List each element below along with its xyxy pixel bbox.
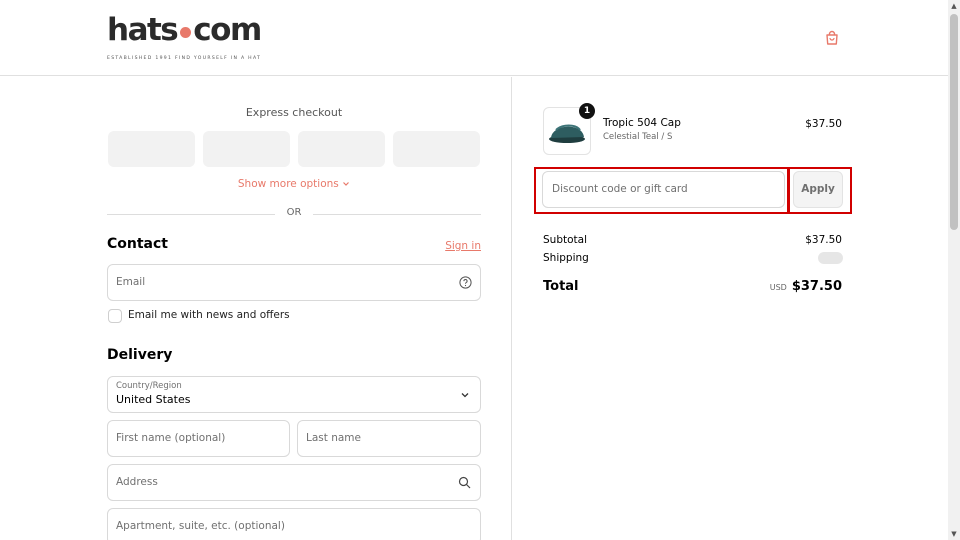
address-field[interactable]: Address	[107, 464, 481, 501]
scroll-up-arrow-icon[interactable]: ▲	[948, 0, 960, 12]
shopping-bag-icon[interactable]	[824, 30, 840, 46]
or-divider-text: OR	[286, 207, 302, 218]
first-name-field[interactable]: First name (optional)	[107, 420, 290, 457]
subtotal-value: $37.50	[805, 234, 842, 246]
help-circle-icon[interactable]	[459, 276, 472, 289]
logo-wordmark: hats com	[107, 12, 262, 48]
express-pay-button-3[interactable]	[298, 131, 385, 167]
chevron-down-icon	[461, 393, 469, 398]
newsletter-checkbox[interactable]	[108, 309, 122, 323]
logo-tagline: ESTABLISHED 1991 FIND YOURSELF IN A HAT	[107, 56, 262, 61]
or-divider-left	[107, 214, 275, 215]
discount-placeholder: Discount code or gift card	[552, 183, 688, 195]
country-value: United States	[116, 393, 191, 406]
quantity-badge: 1	[579, 103, 595, 119]
product-variant: Celestial Teal / S	[603, 132, 673, 142]
product-price: $37.50	[805, 118, 842, 130]
express-pay-button-2[interactable]	[203, 131, 290, 167]
total-label: Total	[543, 279, 579, 294]
total-currency: USD	[769, 283, 787, 292]
site-header: hats com ESTABLISHED 1991 FIND YOURSELF I…	[0, 0, 948, 76]
search-icon	[458, 476, 471, 489]
email-placeholder: Email	[116, 276, 146, 288]
shipping-label: Shipping	[543, 252, 589, 264]
page-scrollbar[interactable]: ▲ ▼	[948, 0, 960, 540]
product-name: Tropic 504 Cap	[603, 117, 681, 129]
or-divider-right	[313, 214, 481, 215]
contact-title: Contact	[107, 236, 168, 252]
show-more-options-link[interactable]: Show more options	[107, 178, 481, 190]
first-name-placeholder: First name (optional)	[116, 432, 226, 444]
newsletter-label: Email me with news and offers	[128, 309, 290, 321]
apartment-field[interactable]: Apartment, suite, etc. (optional)	[107, 508, 481, 540]
show-more-label: Show more options	[237, 178, 339, 190]
site-logo[interactable]: hats com ESTABLISHED 1991 FIND YOURSELF I…	[107, 12, 262, 61]
logo-text-left: hats	[107, 12, 179, 48]
delivery-title: Delivery	[107, 347, 173, 363]
logo-text-right: com	[193, 12, 262, 48]
total-value: $37.50	[791, 279, 842, 294]
last-name-placeholder: Last name	[306, 432, 361, 444]
apartment-placeholder: Apartment, suite, etc. (optional)	[116, 520, 285, 532]
discount-code-field[interactable]: Discount code or gift card	[542, 171, 785, 208]
express-pay-button-1[interactable]	[108, 131, 195, 167]
email-field[interactable]: Email	[107, 264, 481, 301]
subtotal-label: Subtotal	[543, 234, 587, 246]
apply-discount-button[interactable]: Apply	[793, 171, 843, 208]
checkout-form-column: Express checkout Show more options OR Co…	[0, 77, 511, 540]
address-placeholder: Address	[116, 476, 158, 488]
country-label: Country/Region	[116, 381, 182, 391]
scrollbar-thumb[interactable]	[950, 14, 958, 230]
scroll-down-arrow-icon[interactable]: ▼	[948, 528, 960, 540]
total-amount: USD $37.50	[770, 279, 842, 294]
express-checkout-title: Express checkout	[245, 106, 343, 119]
shipping-value-placeholder	[818, 252, 843, 264]
last-name-field[interactable]: Last name	[297, 420, 481, 457]
order-summary-column: 1 Tropic 504 Cap Celestial Teal / S $37.…	[511, 77, 948, 540]
sign-in-link[interactable]: Sign in	[430, 240, 481, 252]
chevron-down-icon	[343, 182, 350, 186]
logo-dot	[180, 26, 192, 38]
country-select[interactable]: Country/Region United States	[107, 376, 481, 413]
express-pay-button-4[interactable]	[393, 131, 480, 167]
